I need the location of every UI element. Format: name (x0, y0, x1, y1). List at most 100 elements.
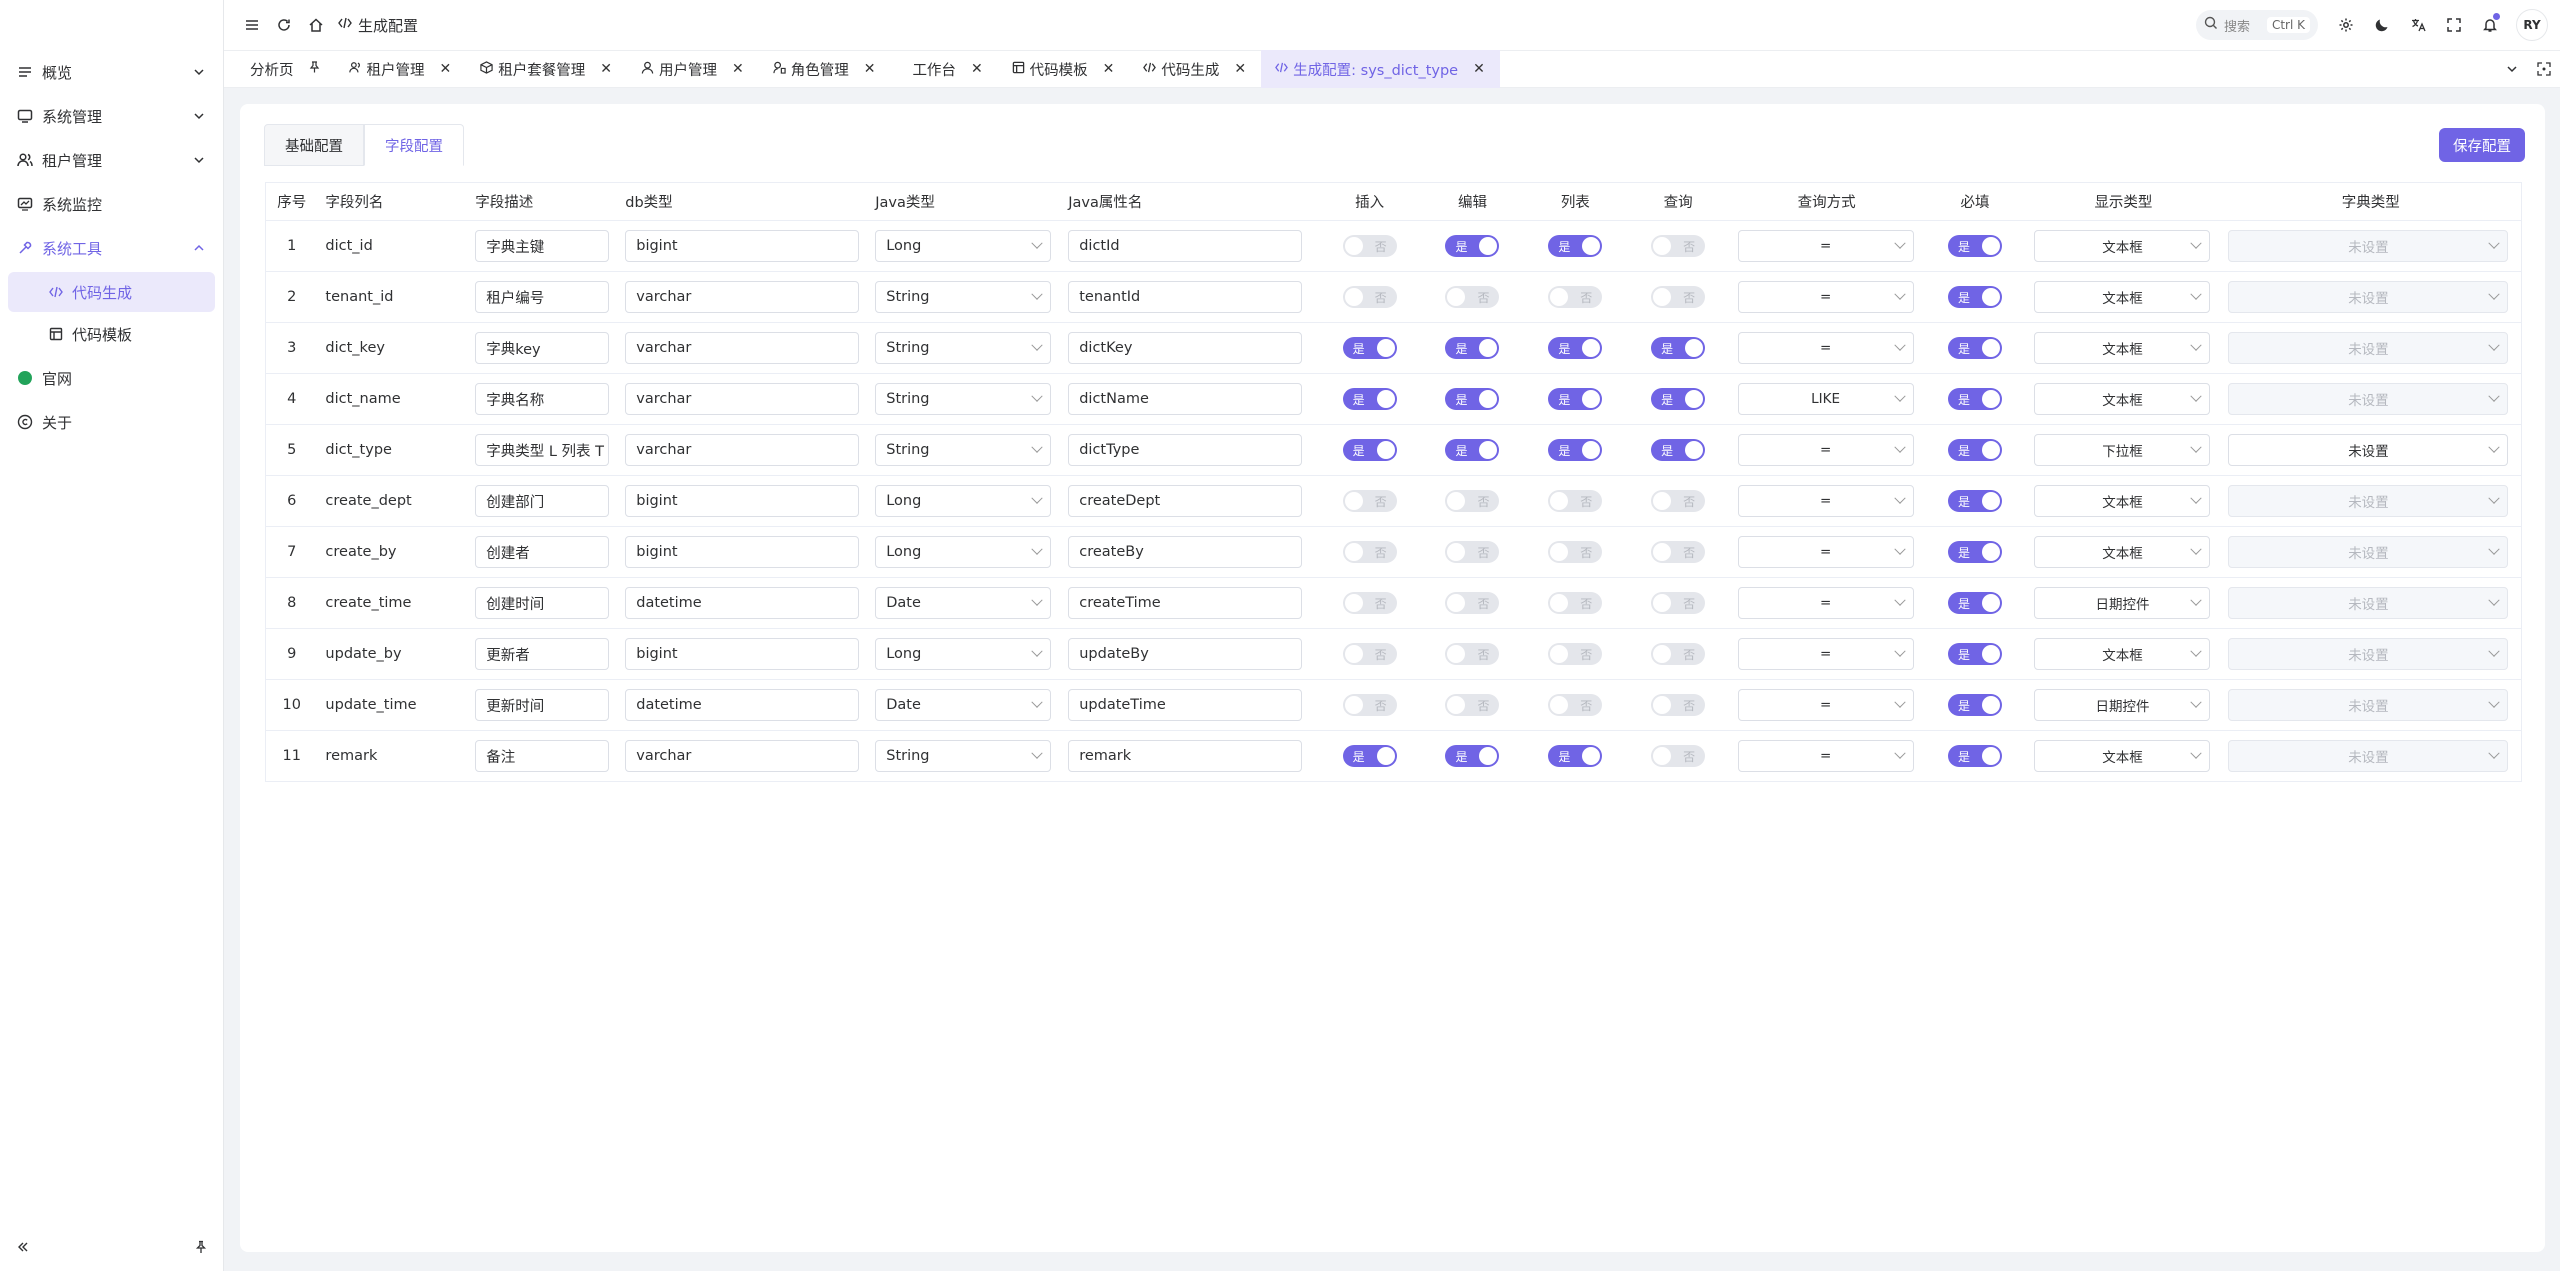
close-icon[interactable]: ✕ (732, 61, 744, 77)
required-toggle[interactable]: 是 (1948, 592, 2003, 614)
tab-field-config[interactable]: 字段配置 (364, 124, 464, 166)
java-property-input[interactable]: dictName (1068, 383, 1303, 415)
list-toggle[interactable]: 否 (1548, 541, 1603, 563)
required-toggle[interactable]: 是 (1948, 643, 2003, 665)
field-description-input[interactable]: 字典主键 (475, 230, 610, 262)
db-type-input[interactable]: varchar (625, 281, 860, 313)
dict-type-select[interactable]: 未设置 (2228, 638, 2509, 670)
query-toggle[interactable]: 是 (1651, 439, 1706, 461)
db-type-input[interactable]: datetime (625, 587, 860, 619)
query-toggle[interactable]: 是 (1651, 337, 1706, 359)
edit-toggle[interactable]: 否 (1445, 643, 1500, 665)
db-type-input[interactable]: varchar (625, 434, 860, 466)
db-type-input[interactable]: bigint (625, 230, 860, 262)
edit-toggle[interactable]: 否 (1445, 694, 1500, 716)
java-property-input[interactable]: dictId (1068, 230, 1303, 262)
java-property-input[interactable]: remark (1068, 740, 1303, 772)
edit-toggle[interactable]: 否 (1445, 592, 1500, 614)
sidebar-item-code-generation[interactable]: 代码生成 (8, 272, 215, 312)
home-icon[interactable] (300, 9, 332, 41)
insert-toggle[interactable]: 否 (1342, 235, 1397, 257)
required-toggle[interactable]: 是 (1948, 337, 2003, 359)
tab-workbench[interactable]: 工作台 ✕ (890, 50, 997, 88)
maximize-icon[interactable] (2528, 53, 2560, 85)
insert-toggle[interactable]: 否 (1342, 694, 1397, 716)
field-description-input[interactable]: 创建时间 (475, 587, 610, 619)
required-toggle[interactable]: 是 (1948, 745, 2003, 767)
refresh-icon[interactable] (268, 9, 300, 41)
db-type-input[interactable]: varchar (625, 383, 860, 415)
close-icon[interactable]: ✕ (1103, 61, 1115, 77)
db-type-input[interactable]: bigint (625, 485, 860, 517)
pin-icon[interactable] (194, 1240, 208, 1258)
edit-toggle[interactable]: 是 (1445, 439, 1500, 461)
insert-toggle[interactable]: 是 (1342, 388, 1397, 410)
query-toggle[interactable]: 否 (1651, 490, 1706, 512)
db-type-input[interactable]: varchar (625, 332, 860, 364)
query-type-select[interactable]: LIKE (1737, 383, 1914, 415)
list-toggle[interactable]: 是 (1548, 388, 1603, 410)
java-type-select[interactable]: Long (875, 485, 1052, 517)
query-toggle[interactable]: 否 (1651, 541, 1706, 563)
close-icon[interactable]: ✕ (971, 61, 983, 77)
tab-role-management[interactable]: 角色管理 ✕ (759, 50, 891, 88)
java-type-select[interactable]: String (875, 281, 1052, 313)
close-icon[interactable]: ✕ (600, 61, 612, 77)
java-type-select[interactable]: String (875, 383, 1052, 415)
fullscreen-icon[interactable] (2438, 9, 2470, 41)
field-description-input[interactable]: 字典key (475, 332, 610, 364)
java-type-select[interactable]: Long (875, 230, 1052, 262)
dict-type-select[interactable]: 未设置 (2228, 485, 2509, 517)
required-toggle[interactable]: 是 (1948, 541, 2003, 563)
required-toggle[interactable]: 是 (1948, 286, 2003, 308)
tab-user-management[interactable]: 用户管理 ✕ (627, 50, 759, 88)
display-type-select[interactable]: 下拉框 (2034, 434, 2211, 466)
tab-basic-config[interactable]: 基础配置 (264, 124, 364, 166)
dict-type-select[interactable]: 未设置 (2228, 383, 2509, 415)
insert-toggle[interactable]: 否 (1342, 490, 1397, 512)
insert-toggle[interactable]: 否 (1342, 541, 1397, 563)
query-type-select[interactable]: = (1737, 740, 1914, 772)
tab-code-generation[interactable]: 代码生成 ✕ (1129, 50, 1261, 88)
java-type-select[interactable]: Date (875, 689, 1052, 721)
field-description-input[interactable]: 创建者 (475, 536, 610, 568)
tab-code-template[interactable]: 代码模板 ✕ (998, 50, 1130, 88)
java-property-input[interactable]: tenantId (1068, 281, 1303, 313)
query-type-select[interactable]: = (1737, 587, 1914, 619)
query-toggle[interactable]: 否 (1651, 745, 1706, 767)
dict-type-select[interactable]: 未设置 (2228, 281, 2509, 313)
list-toggle[interactable]: 是 (1548, 235, 1603, 257)
edit-toggle[interactable]: 是 (1445, 337, 1500, 359)
required-toggle[interactable]: 是 (1948, 694, 2003, 716)
notification-bell-icon[interactable] (2474, 9, 2506, 41)
sidebar-item-overview[interactable]: 概览 (0, 50, 223, 94)
query-toggle[interactable]: 否 (1651, 286, 1706, 308)
display-type-select[interactable]: 文本框 (2034, 383, 2211, 415)
list-toggle[interactable]: 否 (1548, 286, 1603, 308)
java-type-select[interactable]: String (875, 740, 1052, 772)
sidebar-item-system-management[interactable]: 系统管理 (0, 94, 223, 138)
field-description-input[interactable]: 更新者 (475, 638, 610, 670)
edit-toggle[interactable]: 是 (1445, 388, 1500, 410)
insert-toggle[interactable]: 否 (1342, 592, 1397, 614)
java-type-select[interactable]: String (875, 332, 1052, 364)
list-toggle[interactable]: 否 (1548, 490, 1603, 512)
query-type-select[interactable]: = (1737, 536, 1914, 568)
java-property-input[interactable]: dictKey (1068, 332, 1303, 364)
save-config-button[interactable]: 保存配置 (2439, 128, 2525, 162)
collapse-sidebar-icon[interactable] (16, 1240, 30, 1258)
search-button[interactable]: 搜索 Ctrl K (2196, 10, 2318, 40)
list-toggle[interactable]: 否 (1548, 694, 1603, 716)
breadcrumb-current[interactable]: 生成配置 (358, 15, 418, 36)
java-type-select[interactable]: Date (875, 587, 1052, 619)
sidebar-item-system-monitor[interactable]: 系统监控 (0, 182, 223, 226)
edit-toggle[interactable]: 否 (1445, 286, 1500, 308)
list-toggle[interactable]: 否 (1548, 592, 1603, 614)
query-type-select[interactable]: = (1737, 689, 1914, 721)
dict-type-select[interactable]: 未设置 (2228, 332, 2509, 364)
query-toggle[interactable]: 否 (1651, 235, 1706, 257)
chevron-down-icon[interactable] (2496, 53, 2528, 85)
insert-toggle[interactable]: 是 (1342, 745, 1397, 767)
db-type-input[interactable]: bigint (625, 638, 860, 670)
tab-tenant-package[interactable]: 租户套餐管理 ✕ (466, 50, 627, 88)
